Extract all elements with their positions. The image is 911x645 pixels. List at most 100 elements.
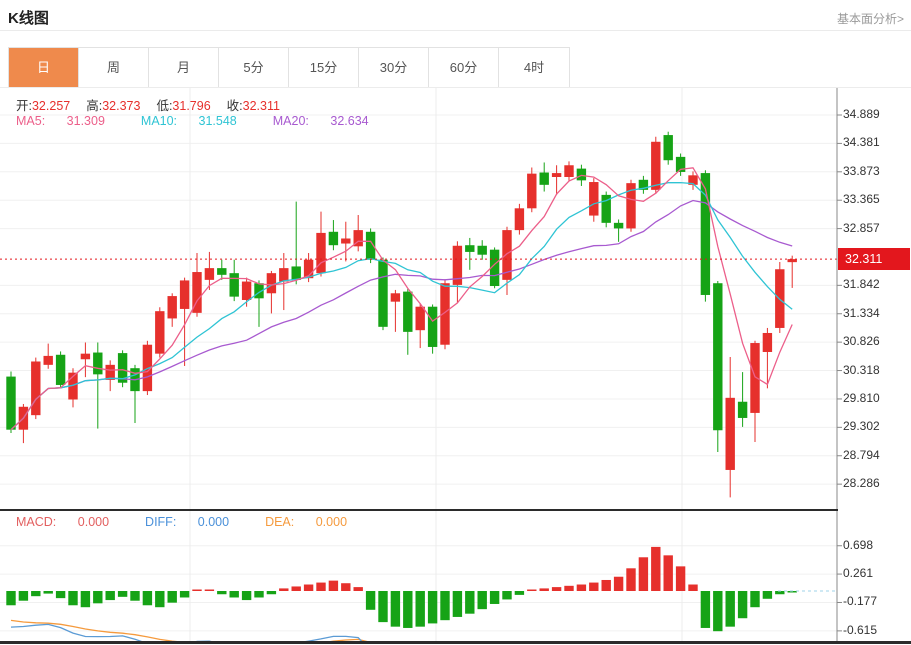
candle-body	[31, 361, 40, 415]
macd-bar	[93, 591, 102, 603]
macd-bar	[143, 591, 152, 605]
title-bar: K线图 基本面分析>	[0, 0, 911, 31]
candle-body	[738, 402, 747, 418]
macd-bar	[676, 566, 685, 591]
axis-tick-label: 31.842	[843, 277, 880, 291]
ma-readout: MA5: 31.309MA10: 31.548MA20: 32.634	[16, 114, 405, 128]
candle-body	[465, 245, 474, 252]
axis-tick-label: 33.873	[843, 164, 880, 178]
macd-bar	[589, 583, 598, 591]
candle-body	[168, 296, 177, 318]
candle-body	[515, 208, 524, 230]
tab-day[interactable]: 日	[9, 48, 79, 87]
fundamental-analysis-link[interactable]: 基本面分析>	[837, 10, 904, 27]
ma20-readout: MA20: 32.634	[273, 114, 387, 128]
diff-line	[11, 624, 792, 641]
axis-tick-label: 30.826	[843, 334, 880, 348]
axis-tick-label: 30.318	[843, 363, 880, 377]
macd-bar	[527, 590, 536, 592]
axis-tick-label: 34.889	[843, 107, 880, 121]
ma10-line	[11, 183, 792, 430]
macd-bar	[242, 591, 251, 600]
macd-bar	[81, 591, 90, 607]
price-chart-canvas[interactable]	[0, 88, 911, 510]
macd-bar	[602, 580, 611, 591]
axis-tick-label: 0.698	[843, 538, 873, 552]
tab-15min[interactable]: 15分	[289, 48, 359, 87]
macd-bar	[155, 591, 164, 607]
macd-bar	[750, 591, 759, 607]
macd-bar	[626, 568, 635, 591]
macd-bar	[614, 577, 623, 591]
macd-bar	[6, 591, 15, 605]
candle-body	[726, 398, 735, 470]
macd-bar	[651, 547, 660, 591]
dea-value-readout: DEA: 0.000	[265, 515, 365, 529]
ohlc-readout: 开:32.257高:32.373低:31.796收:32.311	[16, 95, 296, 114]
candle-body	[527, 174, 536, 209]
axis-tick-label: 33.365	[843, 192, 880, 206]
low-value: 31.796	[172, 99, 210, 113]
macd-bar	[267, 591, 276, 594]
macd-bar	[254, 591, 263, 597]
candle-body	[341, 238, 350, 243]
axis-tick-label: 28.286	[843, 476, 880, 490]
open-label: 开:	[16, 99, 32, 113]
candle-body	[478, 246, 487, 255]
macd-bar	[68, 591, 77, 605]
close-label: 收:	[227, 99, 243, 113]
candle-body	[750, 343, 759, 413]
candle-body	[93, 353, 102, 375]
macd-bar	[130, 591, 139, 601]
macd-bar	[453, 591, 462, 617]
macd-bar	[56, 591, 65, 598]
macd-bar	[341, 583, 350, 591]
tab-60min[interactable]: 60分	[429, 48, 499, 87]
tab-month[interactable]: 月	[149, 48, 219, 87]
low-label: 低:	[156, 99, 172, 113]
macd-bar	[354, 587, 363, 591]
candle-body	[403, 292, 412, 332]
candle-body	[242, 282, 251, 300]
ma10-readout: MA10: 31.548	[141, 114, 255, 128]
macd-readout: MACD: 0.000DIFF: 0.000DEA: 0.000	[16, 515, 383, 529]
candle-body	[180, 280, 189, 309]
axis-tick-label: 28.794	[843, 448, 880, 462]
candle-body	[391, 293, 400, 301]
macd-bar	[180, 591, 189, 597]
macd-bar	[304, 585, 313, 591]
candle-body	[664, 135, 673, 160]
macd-bar	[44, 591, 53, 594]
macd-bar	[440, 591, 449, 620]
close-value: 32.311	[243, 99, 280, 113]
axis-tick-label: -0.615	[843, 623, 877, 637]
high-label: 高:	[86, 99, 102, 113]
macd-bar	[502, 591, 511, 599]
macd-bar	[391, 591, 400, 627]
macd-bar	[31, 591, 40, 596]
tab-30min[interactable]: 30分	[359, 48, 429, 87]
macd-chart-canvas[interactable]	[0, 511, 911, 641]
macd-bar	[329, 581, 338, 591]
open-value: 32.257	[32, 99, 70, 113]
macd-bar	[279, 588, 288, 591]
macd-bar	[118, 591, 127, 597]
candle-body	[589, 182, 598, 216]
macd-bar	[316, 583, 325, 591]
macd-bar	[19, 591, 28, 601]
tab-4hour[interactable]: 4时	[499, 48, 569, 87]
macd-bar	[378, 591, 387, 622]
last-price-badge: 32.311	[838, 248, 910, 270]
macd-bar	[726, 591, 735, 627]
macd-bar	[738, 591, 747, 618]
macd-bar	[639, 557, 648, 591]
tab-5min[interactable]: 5分	[219, 48, 289, 87]
macd-bar	[416, 591, 425, 627]
macd-bar	[478, 591, 487, 609]
page-title: K线图	[8, 7, 49, 28]
axis-tick-label: 32.857	[843, 221, 880, 235]
period-tabs: 日周月5分15分30分60分4时	[8, 47, 570, 88]
tab-week[interactable]: 周	[79, 48, 149, 87]
candle-body	[267, 273, 276, 293]
macd-bar	[428, 591, 437, 623]
